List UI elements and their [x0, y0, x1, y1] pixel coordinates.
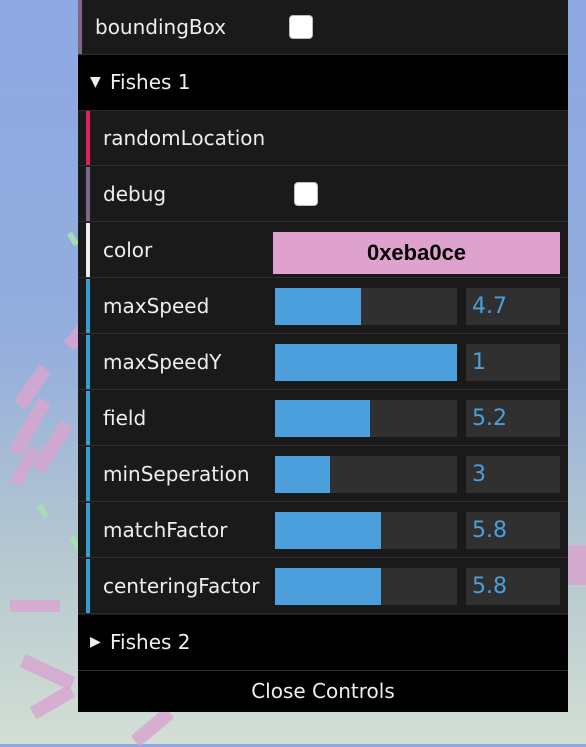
controller-label: centeringFactor [103, 574, 260, 598]
controller-row-boundingbox[interactable]: boundingBox [78, 0, 568, 55]
slider-fill [275, 568, 381, 605]
triangle-right-icon: ▶ [90, 634, 101, 650]
maxspeed-input[interactable]: 4.7 [466, 288, 560, 325]
field-input[interactable]: 5.2 [466, 400, 560, 437]
function-stripe [86, 111, 90, 165]
number-stripe [86, 503, 90, 557]
debug-checkbox[interactable] [294, 182, 318, 206]
controller-row-minseperation[interactable]: minSeperation 3 [78, 447, 568, 502]
slider-fill [275, 344, 457, 381]
controller-label: debug [103, 182, 167, 206]
folder-title-fishes-2[interactable]: ▶ Fishes 2 [78, 615, 568, 671]
controller-label: maxSpeed [103, 294, 210, 318]
background-fish [130, 707, 175, 747]
number-stripe [86, 335, 90, 389]
boolean-stripe [78, 0, 82, 54]
matchfactor-input[interactable]: 5.8 [466, 512, 560, 549]
background-fish [10, 600, 60, 612]
controller-label: matchFactor [103, 518, 228, 542]
folder-title-label: Fishes 2 [110, 630, 191, 654]
controller-label: randomLocation [103, 126, 266, 150]
slider-fill [275, 288, 361, 325]
controller-label: boundingBox [95, 15, 227, 39]
controller-row-randomlocation[interactable]: randomLocation [78, 111, 568, 166]
maxspeed-slider[interactable] [275, 288, 457, 325]
number-stripe [86, 559, 90, 613]
field-slider[interactable] [275, 400, 457, 437]
slider-fill [275, 512, 381, 549]
background-fish [31, 419, 74, 475]
close-controls-button[interactable]: Close Controls [78, 671, 568, 712]
background-fish [565, 545, 586, 585]
controller-label: field [103, 406, 147, 430]
background-fish [36, 503, 50, 519]
controls-panel: boundingBox ▼ Fishes 1 randomLocation de… [78, 0, 568, 712]
number-stripe [86, 279, 90, 333]
number-stripe [86, 391, 90, 445]
folder-title-label: Fishes 1 [110, 70, 191, 94]
controller-row-color[interactable]: color 0xeba0ce [78, 223, 568, 278]
maxspeedy-input[interactable]: 1 [466, 344, 560, 381]
matchfactor-slider[interactable] [275, 512, 457, 549]
boundingbox-checkbox[interactable] [289, 15, 313, 39]
controller-row-debug[interactable]: debug [78, 167, 568, 222]
folder-title-fishes-1[interactable]: ▼ Fishes 1 [78, 55, 568, 111]
controller-label: maxSpeedY [103, 350, 222, 374]
controller-label: color [103, 238, 153, 262]
centeringfactor-input[interactable]: 5.8 [466, 568, 560, 605]
number-stripe [86, 447, 90, 501]
controller-label: minSeperation [103, 462, 250, 486]
color-stripe [86, 223, 90, 277]
slider-fill [275, 456, 330, 493]
slider-fill [275, 400, 370, 437]
maxspeedy-slider[interactable] [275, 344, 457, 381]
background-fish [29, 684, 76, 720]
triangle-down-icon: ▼ [90, 74, 101, 90]
minseperation-slider[interactable] [275, 456, 457, 493]
controller-row-field[interactable]: field 5.2 [78, 391, 568, 446]
controller-row-maxspeedy[interactable]: maxSpeedY 1 [78, 335, 568, 390]
minseperation-input[interactable]: 3 [466, 456, 560, 493]
boolean-stripe [86, 167, 90, 221]
color-value-field[interactable]: 0xeba0ce [273, 232, 560, 274]
controller-row-maxspeed[interactable]: maxSpeed 4.7 [78, 279, 568, 334]
centeringfactor-slider[interactable] [275, 568, 457, 605]
controller-row-matchfactor[interactable]: matchFactor 5.8 [78, 503, 568, 558]
controller-row-centeringfactor[interactable]: centeringFactor 5.8 [78, 559, 568, 614]
